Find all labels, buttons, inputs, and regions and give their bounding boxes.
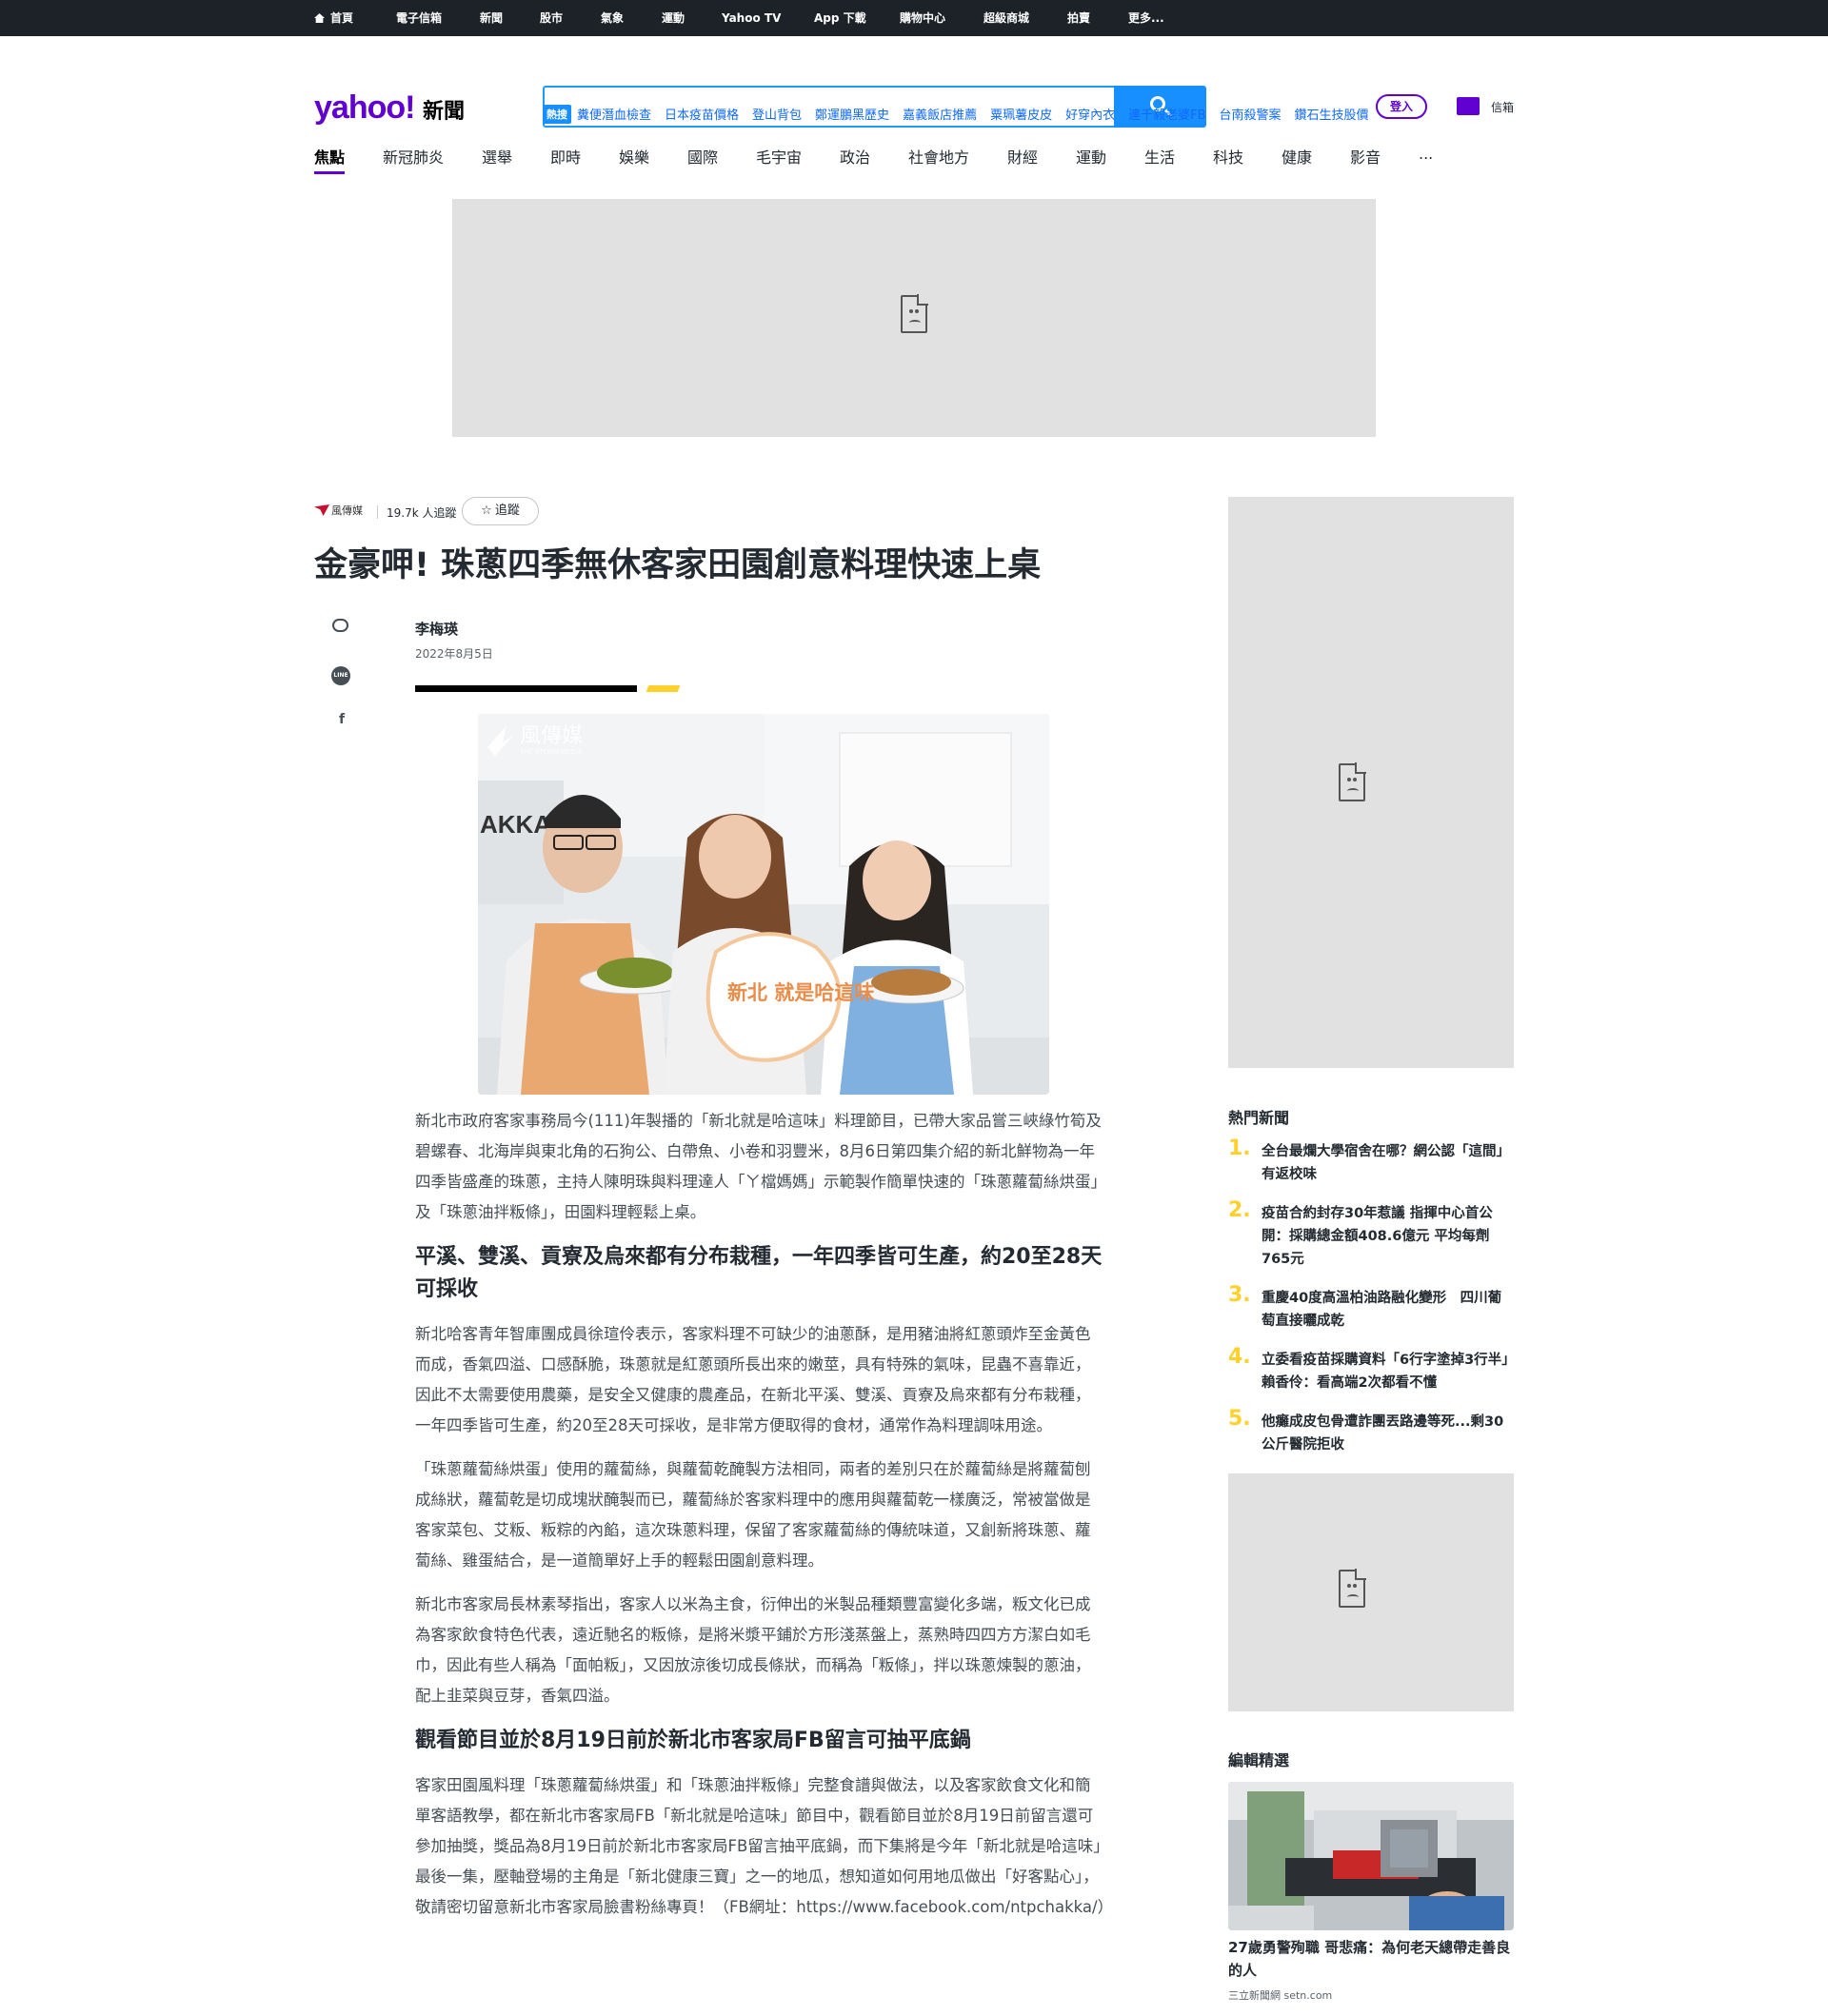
topbar-more[interactable]: 更多...: [1128, 0, 1164, 36]
article-title: 金豪呷! 珠蔥四季無休客家田園創意料理快速上桌: [314, 546, 1042, 584]
article-paragraph: 新北市政府客家事務局今(111)年製播的「新北就是哈這味」料理節目，已帶大家品嘗…: [415, 1112, 1102, 1221]
comment-button[interactable]: [332, 619, 348, 632]
topbar-mall[interactable]: 超級商城: [984, 0, 1029, 36]
topbar-shopping[interactable]: 購物中心: [900, 0, 945, 36]
topbar-weather[interactable]: 氣象: [601, 0, 624, 36]
comment-icon: [332, 619, 348, 632]
article-photo[interactable]: AKKA 新北 就是哈這味 風傳媒 THE STORM MEDIA: [478, 714, 1049, 1095]
author-name[interactable]: 李梅瑛: [415, 619, 458, 639]
editors-picks-heading: 編輯精選: [1228, 1751, 1290, 1769]
broken-image-icon: [901, 294, 928, 333]
tab-life[interactable]: 生活: [1144, 145, 1175, 175]
divider: [377, 505, 378, 519]
trending-link[interactable]: 連千毅老婆FB: [1128, 109, 1205, 123]
hot-news-list: 1. 全台最爛大學宿舍在哪？網公認「這間」有返校味 2. 疫苗合約封存30年惹議 指…: [1228, 1137, 1522, 1472]
top-navigation-bar: 首頁 電子信箱 新聞 股市 氣象 運動 Yahoo TV App 下載 購物中心…: [0, 0, 1828, 36]
yahoo-logo[interactable]: yahoo!: [314, 89, 415, 127]
photo-sign-text: 新北 就是哈這味: [727, 981, 874, 1004]
tab-society[interactable]: 社會地方: [908, 145, 969, 175]
trending-link[interactable]: 嘉義飯店推薦: [903, 109, 977, 123]
ambulance-photo-illustration: [1228, 1782, 1514, 1930]
tab-sports[interactable]: 運動: [1076, 145, 1106, 175]
tab-focus[interactable]: 焦點: [314, 145, 346, 175]
decorative-rule: [415, 685, 637, 692]
hot-news-item[interactable]: 4. 立委看疫苗採購資料「6行字塗掉3行半」 賴香伶：看高端2次都看不懂: [1228, 1346, 1522, 1394]
topbar-auction[interactable]: 拍賣: [1067, 0, 1090, 36]
tab-tech[interactable]: 科技: [1213, 145, 1243, 175]
trending-link[interactable]: 鑽石生技股價: [1295, 109, 1369, 123]
tab-more[interactable]: ...: [1419, 145, 1433, 175]
tab-politics[interactable]: 政治: [840, 145, 870, 175]
editors-pick-source: 三立新聞網 setn.com: [1228, 1989, 1333, 2002]
article-paragraph: 新北市客家局長林素琴指出，客家人以米為主食，衍伸出的米製品種類豐富變化多端，粄文…: [415, 1595, 1091, 1705]
follow-button[interactable]: ☆ 追蹤: [462, 497, 539, 525]
article-photo-illustration: AKKA 新北 就是哈這味 風傳媒 THE STORM MEDIA: [478, 714, 1049, 1095]
line-icon: LINE: [331, 666, 350, 685]
star-icon: ☆: [481, 504, 492, 518]
signin-button[interactable]: 登入: [1376, 94, 1427, 119]
tab-entertainment[interactable]: 娛樂: [619, 145, 649, 175]
facebook-icon: f: [339, 712, 346, 727]
topbar-sports[interactable]: 運動: [662, 0, 685, 36]
topbar-news[interactable]: 新聞: [480, 0, 503, 36]
tab-realtime[interactable]: 即時: [550, 145, 581, 175]
hot-news-heading: 熱門新聞: [1228, 1109, 1290, 1127]
topbar-home[interactable]: 首頁: [314, 0, 353, 36]
article-subheading: 平溪、雙溪、貢寮及烏來都有分布栽種，一年四季皆可生產，約20至28天可採收: [415, 1245, 1103, 1301]
tab-video[interactable]: 影音: [1350, 145, 1381, 175]
topbar-app-download[interactable]: App 下載: [814, 0, 866, 36]
sidebar-ad-bottom[interactable]: [1228, 1473, 1514, 1711]
hot-news-item[interactable]: 1. 全台最爛大學宿舍在哪？網公認「這間」有返校味: [1228, 1137, 1514, 1186]
trending-link[interactable]: 日本疫苗價格: [665, 109, 739, 123]
tab-international[interactable]: 國際: [687, 145, 718, 175]
share-line-button[interactable]: LINE: [331, 666, 350, 685]
photo-watermark: 風傳媒: [520, 724, 583, 748]
trending-searches: 熱搜 糞便潛血檢查 日本疫苗價格 登山背包 鄭運鵬黑歷史 嘉義飯店推薦 粟珮薯皮皮 好穿內衣連…: [543, 105, 1382, 124]
tab-covid[interactable]: 新冠肺炎: [383, 145, 444, 175]
tab-election[interactable]: 選舉: [482, 145, 512, 175]
hot-news-item[interactable]: 3. 重慶40度高溫柏油路融化變形 四川葡萄直接曬成乾: [1228, 1284, 1514, 1333]
editors-pick-title[interactable]: 27歲勇警殉職 哥悲痛：為何老天總帶走善良的人: [1228, 1936, 1514, 1982]
provider-logo[interactable]: 風傳媒: [314, 503, 369, 519]
article-paragraph: 新北哈客青年智庫團成員徐瑄伶表示，客家料理不可缺少的油蔥酥，是用豬油將紅蔥頭炸至…: [415, 1325, 1091, 1434]
sidebar-ad-top[interactable]: [1228, 497, 1514, 1068]
trending-badge: 熱搜: [543, 105, 571, 124]
trending-link[interactable]: 鄭運鵬黑歷史: [815, 109, 889, 123]
trending-link[interactable]: 登山背包: [752, 109, 802, 123]
hot-news-item[interactable]: 5. 他癱成皮包骨遭詐團丟路邊等死...剩30公斤醫院拒收: [1228, 1408, 1514, 1456]
tab-health[interactable]: 健康: [1282, 145, 1312, 175]
share-facebook-button[interactable]: f: [339, 712, 345, 727]
broken-image-icon: [1339, 1569, 1366, 1608]
photo-watermark-sub: THE STORM MEDIA: [520, 749, 583, 756]
article-subheading: 觀看節目並於8月19日前於新北市客家局FB留言可抽平底鍋: [415, 1729, 971, 1752]
trending-link[interactable]: 糞便潛血檢查: [577, 109, 651, 123]
article-paragraph: 客家田園風料理「珠蔥蘿蔔絲烘蛋」和「珠蔥油拌粄條」完整食譜與做法，以及客家飲食文…: [415, 1776, 1114, 1916]
topbar-mail[interactable]: 電子信箱: [396, 0, 442, 36]
trending-link[interactable]: 台南殺警案: [1220, 109, 1282, 123]
editors-pick-photo[interactable]: [1228, 1782, 1514, 1930]
banner-ad[interactable]: [452, 199, 1376, 437]
home-icon: [314, 13, 325, 23]
hot-news-item[interactable]: 2. 疫苗合約封存30年惹議 指揮中心首公開：採購總金額408.6億元 平均每劑7…: [1228, 1199, 1514, 1271]
follower-count: 19.7k 人追蹤: [387, 506, 457, 520]
tab-finance[interactable]: 財經: [1007, 145, 1038, 175]
mail-icon[interactable]: [1457, 97, 1480, 115]
decorative-rule-accent: [646, 685, 681, 692]
svg-text:AKKA: AKKA: [480, 810, 551, 839]
broken-image-icon: [1339, 762, 1366, 801]
publish-date: 2022年8月5日: [415, 647, 493, 661]
topbar-yahoo-tv[interactable]: Yahoo TV: [722, 0, 781, 36]
storm-media-logo-icon: [314, 504, 329, 516]
trending-link[interactable]: 粟珮薯皮皮: [990, 109, 1052, 123]
trending-link[interactable]: 好穿內衣: [1065, 109, 1115, 123]
tab-pets[interactable]: 毛宇宙: [756, 145, 802, 175]
article-body: 新北市政府客家事務局今(111)年製播的「新北就是哈這味」料理節目，已帶大家品嘗…: [415, 1106, 1114, 1936]
mail-label[interactable]: 信箱: [1491, 99, 1514, 115]
yahoo-news-label[interactable]: 新聞: [423, 94, 465, 125]
topbar-stocks[interactable]: 股市: [540, 0, 563, 36]
article-paragraph: 「珠蔥蘿蔔絲烘蛋」使用的蘿蔔絲，與蘿蔔乾醃製方法相同，兩者的差別只在於蘿蔔絲是將…: [415, 1460, 1091, 1570]
